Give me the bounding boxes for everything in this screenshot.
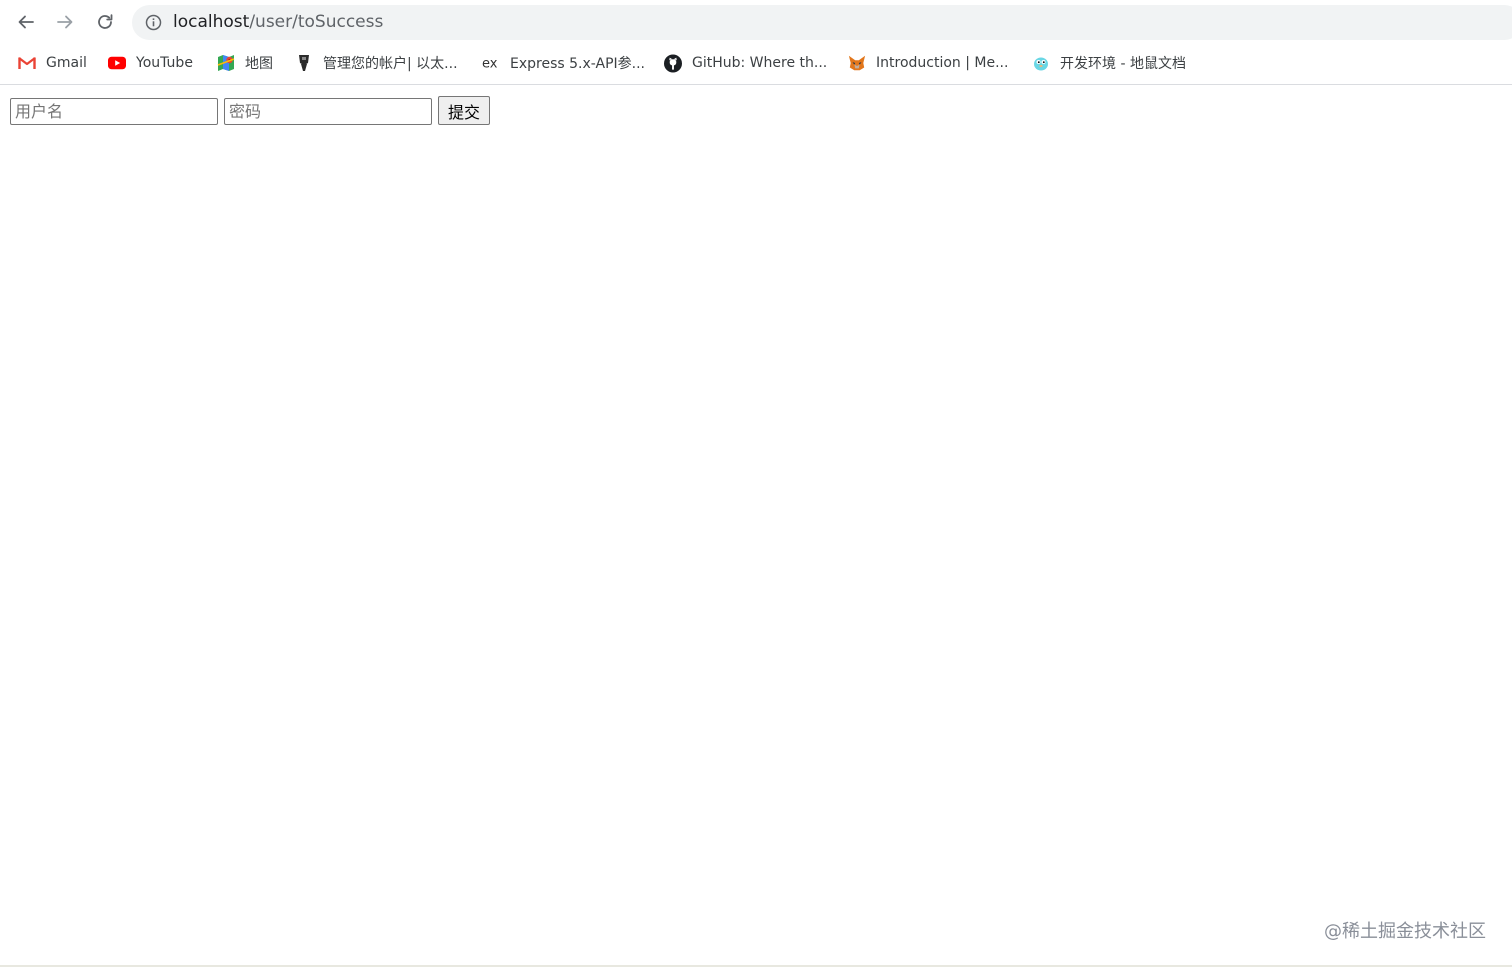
- username-input[interactable]: [10, 98, 218, 125]
- svg-text:ex: ex: [482, 57, 498, 71]
- bookmark-youtube[interactable]: YouTube: [108, 50, 193, 76]
- bookmark-label: 开发环境 - 地鼠文档: [1060, 56, 1186, 72]
- bookmark-label: GitHub: Where th...: [692, 55, 828, 71]
- navigation-bar: localhost/user/toSuccess: [0, 0, 1512, 44]
- info-icon[interactable]: [145, 14, 162, 31]
- github-icon: [664, 54, 682, 72]
- bookmark-github[interactable]: GitHub: Where th...: [664, 50, 827, 76]
- reload-icon: [98, 14, 113, 29]
- bookmark-account[interactable]: 管理您的帐户| 以太...: [295, 50, 458, 76]
- youtube-icon: [108, 54, 126, 72]
- browser-chrome: localhost/user/toSuccess Gmail YouTube 地…: [0, 0, 1512, 85]
- bookmarks-bar: Gmail YouTube 地图 管理您的帐户| 以太... ex Expres…: [0, 48, 1512, 78]
- bookmark-label: 地图: [245, 56, 273, 72]
- bookmark-metamask[interactable]: Introduction | Me...: [848, 50, 1008, 76]
- account-icon: [295, 54, 313, 72]
- url-path: /user/toSuccess: [249, 12, 384, 32]
- bookmark-gmail[interactable]: Gmail: [18, 50, 87, 76]
- address-bar[interactable]: localhost/user/toSuccess: [132, 5, 1512, 40]
- watermark: @稀土掘金技术社区: [1324, 921, 1486, 942]
- submit-button[interactable]: 提交: [438, 96, 490, 125]
- url-host: localhost: [173, 12, 250, 32]
- forward-button[interactable]: [50, 7, 80, 37]
- url-text: localhost/user/toSuccess: [173, 11, 383, 33]
- bookmark-label: Express 5.x-API参...: [510, 56, 646, 72]
- arrow-right-icon: [57, 15, 73, 29]
- maps-icon: [217, 54, 235, 72]
- back-button[interactable]: [11, 7, 41, 37]
- bookmark-label: 管理您的帐户| 以太...: [323, 56, 458, 72]
- arrow-left-icon: [18, 15, 34, 29]
- metamask-icon: [848, 54, 866, 72]
- bookmark-express[interactable]: ex Express 5.x-API参...: [482, 50, 645, 76]
- bookmark-maps[interactable]: 地图: [217, 50, 273, 76]
- express-icon: ex: [482, 54, 500, 72]
- gopher-icon: [1032, 54, 1050, 72]
- bookmark-label: Introduction | Me...: [876, 55, 1009, 71]
- password-input[interactable]: [224, 98, 432, 125]
- bookmark-label: Gmail: [46, 55, 87, 71]
- page-content: 提交 @稀土掘金技术社区: [0, 86, 1512, 967]
- bookmark-label: YouTube: [136, 55, 193, 71]
- bookmark-gopher[interactable]: 开发环境 - 地鼠文档: [1032, 50, 1186, 76]
- gmail-icon: [18, 54, 36, 72]
- reload-button[interactable]: [90, 7, 120, 37]
